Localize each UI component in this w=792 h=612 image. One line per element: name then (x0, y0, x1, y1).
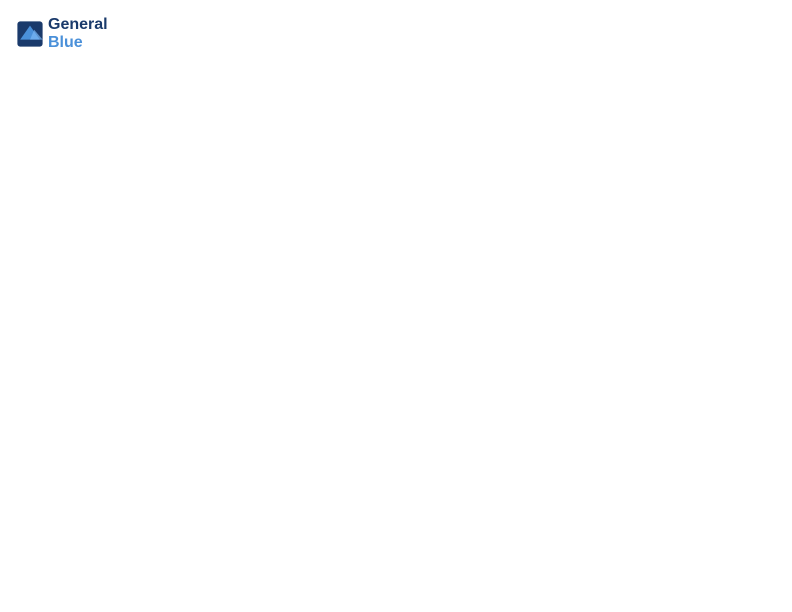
logo: General Blue (16, 16, 108, 52)
header: General Blue (16, 16, 776, 52)
logo-icon (16, 20, 44, 48)
logo-text: General Blue (48, 16, 108, 52)
